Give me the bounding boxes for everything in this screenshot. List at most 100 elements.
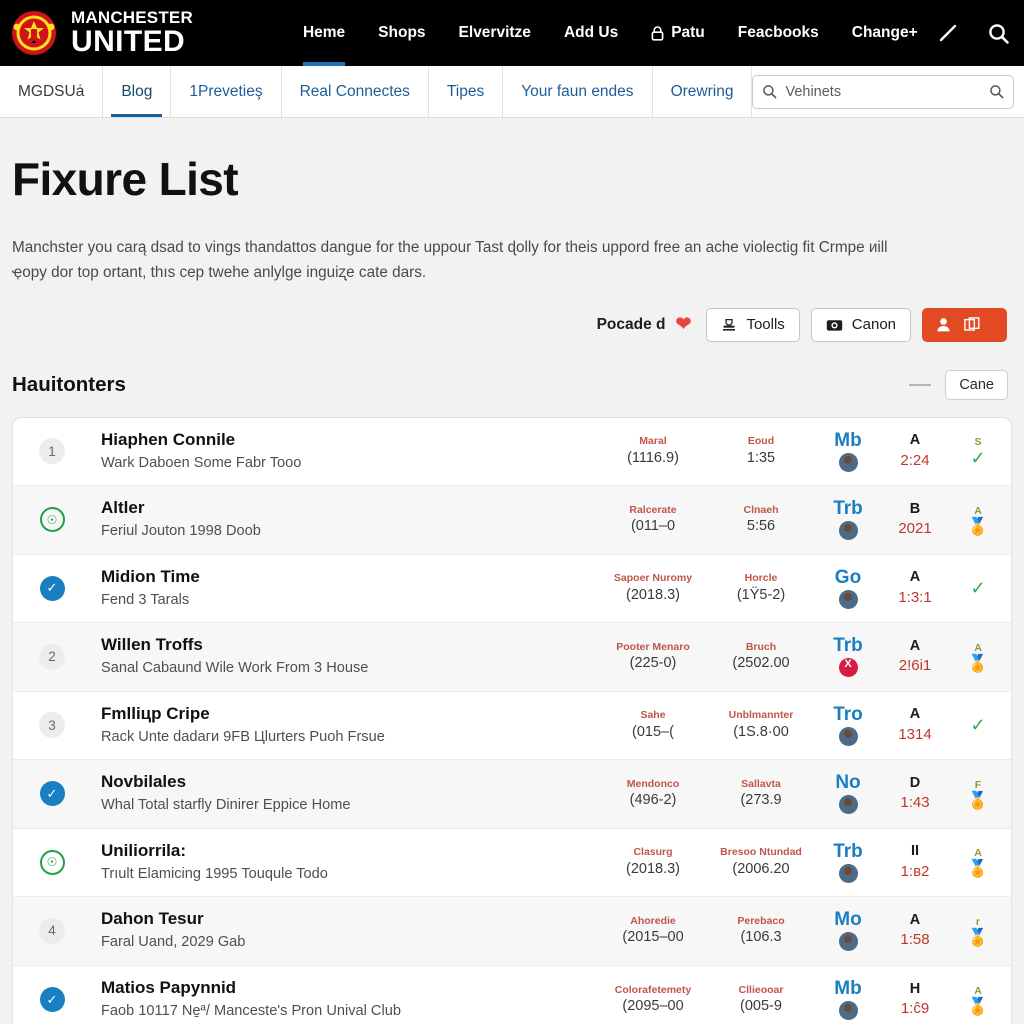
- tab-label: Real Connectes: [299, 82, 410, 100]
- row-grade: A: [909, 911, 921, 928]
- table-row[interactable]: ✓ Novbilales Whal Total starfly Dinirer Ep…: [13, 760, 1011, 829]
- row-avatar-cell[interactable]: Trb: [815, 636, 881, 678]
- row-lead: ☉: [23, 849, 81, 875]
- canon-button[interactable]: Canon: [810, 307, 911, 342]
- ring-status-icon[interactable]: ☉: [39, 507, 65, 533]
- verified-check-icon[interactable]: ✓: [39, 987, 65, 1013]
- table-row[interactable]: ☉ Uniliorrila: Trıult Elamicing 1995 Touqu…: [13, 829, 1011, 898]
- row-titles: Dahon Tesur Faral Uand, 2029 Gab: [81, 908, 599, 953]
- row-meta-1: Sahe (015–(: [599, 708, 707, 742]
- tab-prevetie[interactable]: 1Prevetieş: [171, 66, 282, 117]
- row-titles: Hiaphen Connile Wark Daboen Some Fabr Too…: [81, 429, 599, 474]
- avatar: [838, 1001, 858, 1021]
- row-avatar-cell[interactable]: Tro: [815, 704, 881, 746]
- table-row[interactable]: 1 Hiaphen Connile Wark Daboen Some Fabr To…: [13, 418, 1011, 487]
- meta-value: (1S.8·00: [733, 723, 789, 740]
- verified-check-icon[interactable]: ✓: [39, 575, 65, 601]
- row-meta-2: Cllieooar (005-9: [707, 983, 815, 1017]
- tab-label: Orewring: [670, 82, 734, 100]
- nav-label: Elvervitze: [458, 24, 531, 41]
- meta-value: (2018.3): [625, 860, 680, 877]
- tab-your-faun-endes[interactable]: Your faun endes: [503, 66, 653, 117]
- nav-item-shops[interactable]: Shops: [378, 0, 425, 66]
- minus-icon[interactable]: [909, 383, 932, 386]
- tab-real-connectes[interactable]: Real Connectes: [282, 66, 429, 117]
- row-status-cell: A 🏅: [949, 642, 1011, 672]
- nav-label: Heme: [302, 24, 346, 41]
- row-avatar-cell[interactable]: Mb: [815, 430, 881, 472]
- row-lead: ✓: [23, 987, 81, 1013]
- status-badge: S: [974, 435, 982, 448]
- row-avatar-cell[interactable]: Trb: [815, 840, 881, 883]
- row-meta-1: Ahoredie (2015–00: [599, 914, 707, 948]
- row-index-badge: 1: [39, 438, 65, 465]
- row-avatar-cell[interactable]: No: [815, 772, 881, 815]
- medal-icon: 🏅: [967, 790, 989, 810]
- row-subtitle: Faob 10117 Ne̱ª/ Manceste's Pron Unival …: [101, 1003, 401, 1020]
- row-subtitle: Rack Unte dadaги 9FB Цlurters Puoh Frsue: [101, 728, 385, 745]
- table-row[interactable]: ☉ Altler Feriul Jouton 1998 Doob Ralcerate (…: [13, 486, 1011, 555]
- row-grade: H: [909, 980, 921, 997]
- row-lead: 3: [23, 712, 81, 739]
- nav-item-elvervitze[interactable]: Elvervitze: [459, 0, 531, 66]
- search-input[interactable]: Vehinets: [752, 74, 1015, 109]
- medal-icon: 🏅: [967, 653, 989, 673]
- meta-value: (2018.3): [625, 586, 680, 603]
- row-index-badge: 4: [39, 917, 65, 944]
- slash-icon[interactable]: [937, 22, 959, 44]
- row-status-cell: A 🏅: [949, 505, 1011, 535]
- heart-icon[interactable]: ❤: [676, 315, 692, 334]
- meta-key: Horcle: [744, 572, 778, 585]
- row-title: Midion Time: [101, 566, 200, 586]
- section-title: Hauitonters: [12, 372, 126, 396]
- brand-logo[interactable]: MANCHESTER UNITED: [10, 9, 193, 57]
- search-submit-icon[interactable]: [989, 84, 1004, 99]
- table-row[interactable]: ✓ Matios Papynnid Faob 10117 Ne̱ª/ Mancest…: [13, 966, 1011, 1024]
- meta-value: (2006.20: [732, 860, 790, 877]
- meta-key: Ralcerate: [629, 503, 677, 516]
- medal-icon: 🏅: [967, 859, 989, 879]
- meta-value: (2502.00: [732, 655, 790, 672]
- cane-button[interactable]: Cane: [945, 369, 1008, 400]
- tab-tipes[interactable]: Tipes: [429, 66, 504, 117]
- tab-blog[interactable]: Blog: [103, 66, 172, 117]
- tab-orewring[interactable]: Orewring: [653, 66, 753, 117]
- account-button[interactable]: [922, 307, 1007, 342]
- toolls-button[interactable]: Toolls: [706, 307, 800, 342]
- table-row[interactable]: 2 Willen Troffs Sanal Cabaund Wile Work Fr…: [13, 623, 1011, 692]
- row-lead: ✓: [23, 781, 81, 807]
- table-row[interactable]: 3 Fmlliцp Cripe Rack Unte dadaги 9FB Цlurt…: [13, 692, 1011, 761]
- row-initials: No: [835, 772, 861, 794]
- verified-check-icon[interactable]: ✓: [39, 781, 65, 807]
- favorite-control[interactable]: Pocade d ❤: [597, 315, 692, 334]
- button-label: Canon: [851, 316, 896, 334]
- nav-item-patu[interactable]: Patu: [651, 0, 705, 66]
- row-number: 1:ĉ9: [900, 1000, 930, 1018]
- table-row[interactable]: ✓ Midion Time Fend 3 Tarals Sapoer Nuromy (2…: [13, 555, 1011, 624]
- tab-label: 1Prevetieş: [189, 82, 263, 100]
- nav-item-change[interactable]: Change+: [852, 0, 918, 66]
- nav-item-add-us[interactable]: Add Us: [564, 0, 618, 66]
- status-badge: F: [974, 778, 982, 791]
- tab-mgdsu[interactable]: MGDSUȧ: [0, 66, 104, 117]
- nav-item-heme[interactable]: Heme: [302, 0, 346, 66]
- row-avatar-cell[interactable]: Go: [815, 567, 881, 609]
- table-row[interactable]: 4 Dahon Tesur Faral Uand, 2029 Gab Ahoredie…: [13, 897, 1011, 966]
- meta-key: Perebaco: [737, 914, 785, 927]
- cards-icon: [964, 317, 980, 331]
- search-placeholder: Vehinets: [785, 83, 842, 100]
- row-initials: Trb: [833, 840, 863, 862]
- row-avatar-cell[interactable]: Mo: [815, 910, 881, 952]
- row-meta-1: Pooter Menaro (225-0): [599, 640, 707, 674]
- row-meta-1: Mendonco (496-2): [599, 777, 707, 811]
- ring-status-icon[interactable]: ☉: [39, 849, 65, 875]
- nav-item-feacbooks[interactable]: Feacbooks: [738, 0, 819, 66]
- row-avatar-cell[interactable]: Trb: [815, 499, 881, 541]
- button-label: Toolls: [746, 316, 785, 334]
- row-avatar-cell[interactable]: Mb: [815, 979, 881, 1021]
- search-icon[interactable]: [987, 22, 1010, 45]
- row-grade-cell: A 2:24: [881, 431, 949, 471]
- row-subtitle: Trıult Elamicing 1995 Touqule Todo: [101, 865, 328, 882]
- page-title: Fixure List: [12, 153, 239, 205]
- search-icon: [763, 85, 777, 99]
